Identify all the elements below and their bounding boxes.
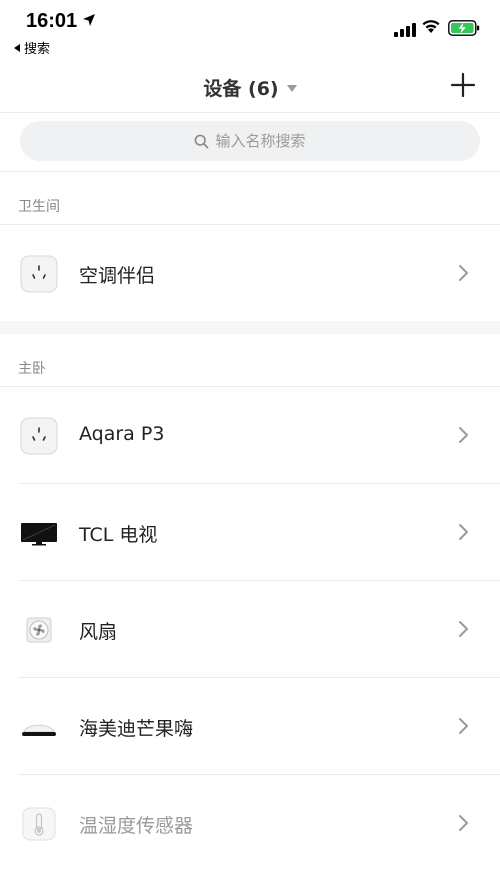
back-to-search-link[interactable]: 搜索 — [14, 38, 50, 57]
device-row-temp-humidity-sensor[interactable]: 温湿度传感器 — [0, 775, 500, 871]
chevron-right-icon — [456, 716, 470, 736]
search-placeholder: 输入名称搜索 — [215, 132, 306, 150]
plus-icon — [450, 72, 476, 98]
device-row-media-box[interactable]: 海美迪芒果嗨 — [0, 678, 500, 774]
cellular-signal-icon — [394, 22, 416, 41]
chevron-right-icon — [456, 263, 470, 283]
status-time: 16:01 — [26, 10, 78, 32]
location-arrow-icon — [82, 12, 96, 31]
navigation-bar: 设备 (6) — [0, 60, 500, 113]
dropdown-caret-icon — [286, 85, 297, 92]
device-row-tcl-tv[interactable]: TCL 电视 — [0, 484, 500, 580]
smart-plug-icon — [20, 417, 58, 455]
back-label: 搜索 — [24, 42, 51, 57]
thermometer-icon — [20, 805, 58, 843]
search-input[interactable]: 输入名称搜索 — [20, 121, 480, 161]
media-box-icon — [20, 708, 58, 746]
search-icon — [195, 134, 209, 149]
page-title: 设备 (6) — [203, 78, 279, 100]
tv-icon — [20, 514, 58, 552]
wifi-icon — [421, 18, 441, 38]
status-bar: 16:01 搜索 — [0, 0, 500, 60]
section-header-bathroom: 卫生间 — [18, 199, 60, 215]
device-row-fan[interactable]: 风扇 — [0, 581, 500, 677]
device-row-aqara-p3[interactable]: Aqara P3 — [0, 387, 500, 483]
chevron-right-icon — [456, 425, 470, 445]
add-device-button[interactable] — [448, 70, 478, 100]
battery-charging-icon — [448, 20, 480, 40]
section-spacer — [0, 321, 500, 334]
fan-icon — [20, 611, 58, 649]
device-name: 空调伴侣 — [79, 265, 156, 287]
device-name: Aqara P3 — [79, 423, 165, 445]
device-count-dropdown[interactable]: 设备 (6) — [0, 74, 500, 101]
device-name: 温湿度传感器 — [79, 815, 194, 837]
chevron-right-icon — [456, 813, 470, 833]
device-name: TCL 电视 — [79, 524, 158, 546]
device-name: 海美迪芒果嗨 — [79, 718, 194, 740]
back-arrow-icon — [14, 44, 20, 52]
search-bar[interactable]: 输入名称搜索 — [20, 121, 480, 161]
chevron-right-icon — [456, 619, 470, 639]
divider — [0, 171, 500, 172]
device-row-ac-companion[interactable]: 空调伴侣 — [0, 225, 500, 321]
smart-plug-icon — [20, 255, 58, 293]
chevron-right-icon — [456, 522, 470, 542]
section-header-master-bedroom: 主卧 — [18, 361, 46, 377]
device-name: 风扇 — [79, 621, 118, 643]
